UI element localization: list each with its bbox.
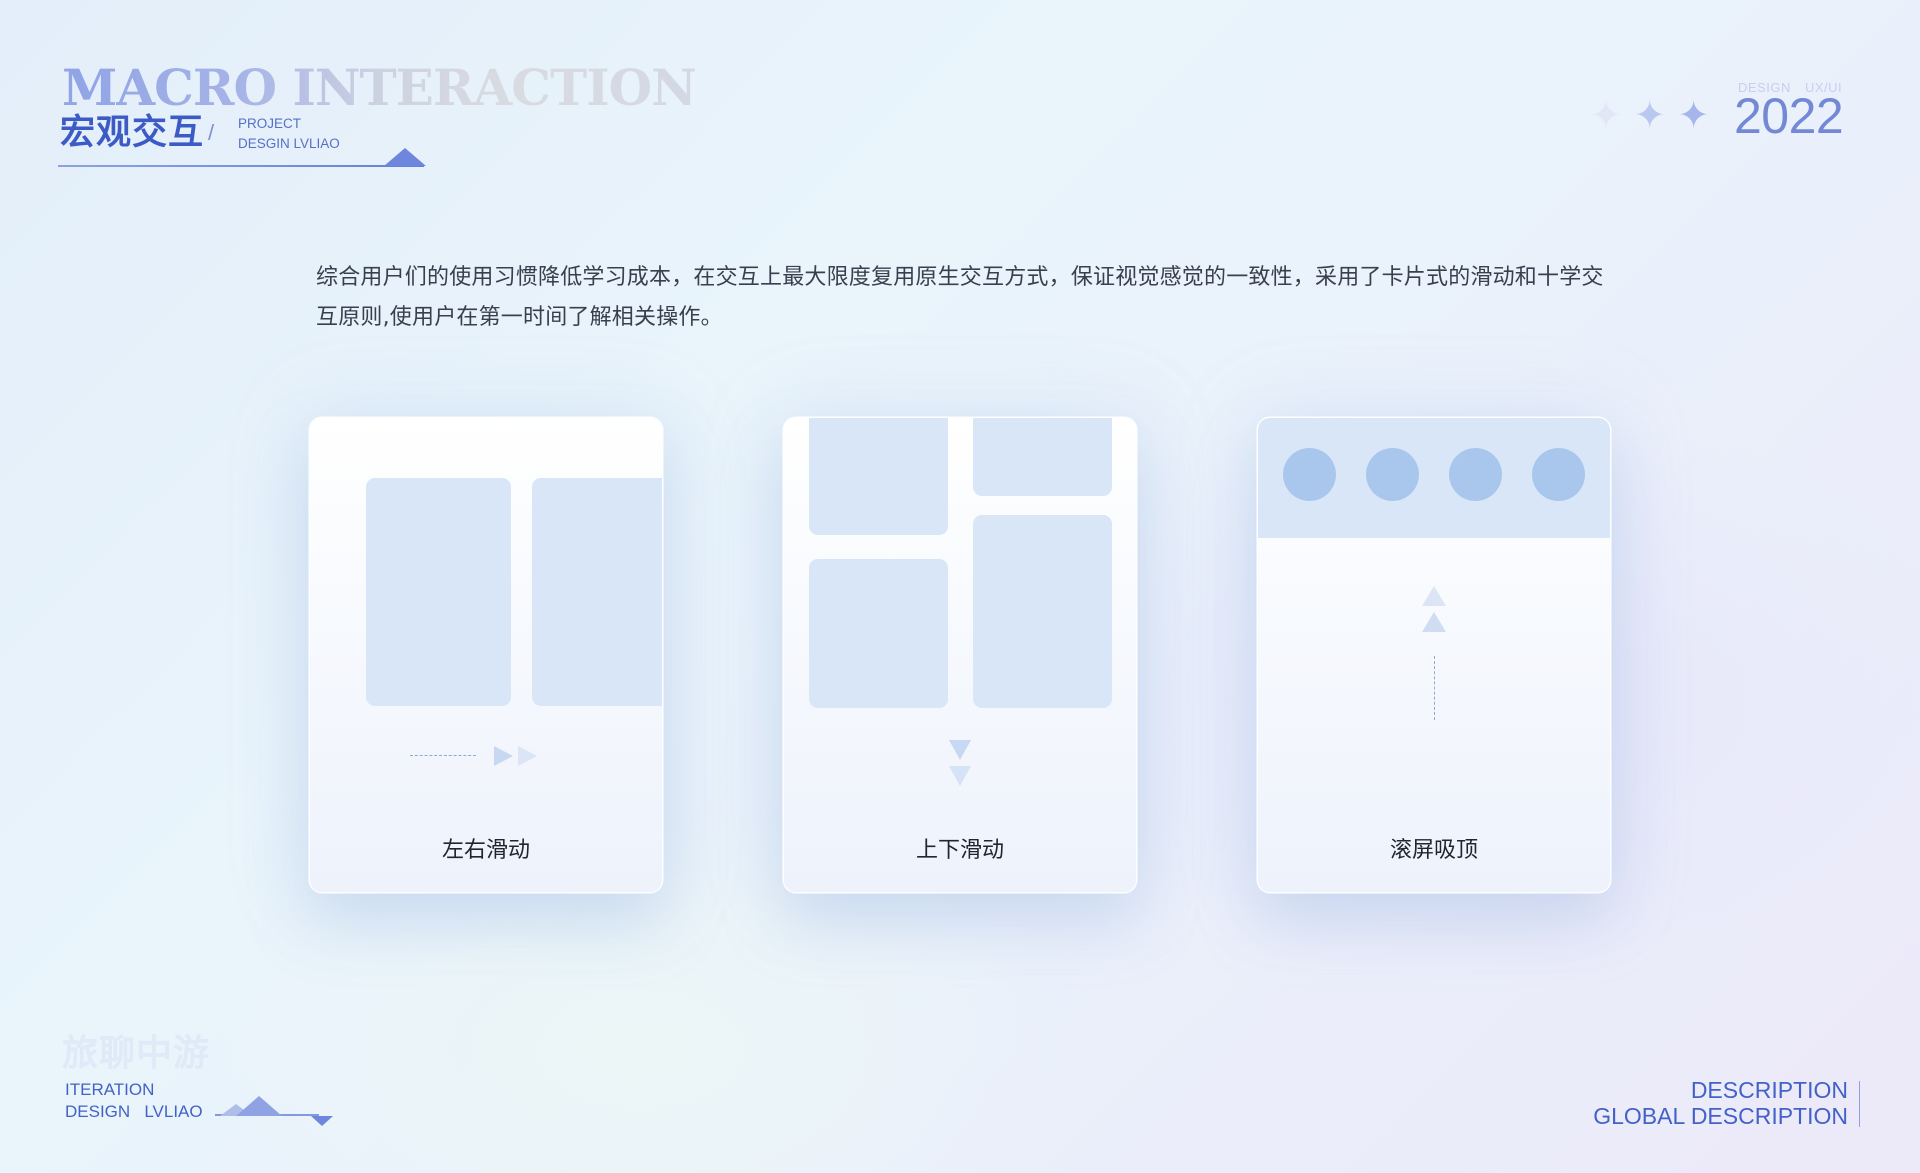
project-info: PROJECT DESGIN LVLIAO (238, 114, 340, 154)
project-line-1: PROJECT (238, 116, 302, 131)
footer-brand-chinese: 旅聊中游 (62, 1032, 211, 1074)
description-text: 综合用户们的使用习惯降低学习成本，在交互上最大限度复用原生交互方式，保证视觉感觉… (316, 265, 1604, 330)
footer-line-2: DESIGN LVLIAO (65, 1102, 203, 1121)
card-label: 上下滑动 (915, 838, 1004, 863)
title-slash: / (208, 120, 215, 145)
footer-iteration: ITERATION DESIGN LVLIAO (65, 1079, 203, 1123)
footer-line-1: ITERATION (65, 1080, 155, 1099)
circle-icon (1283, 448, 1336, 501)
header-underline (58, 165, 424, 167)
swipe-dotted-line (410, 755, 476, 756)
footer-description: DESCRIPTION GLOBAL DESCRIPTION (1593, 1077, 1848, 1129)
title-chinese: 宏观交互 (60, 113, 205, 153)
card-placeholder-block (973, 418, 1112, 496)
title-english: MACRO INTERACTION (62, 58, 697, 117)
card-placeholder-block (532, 478, 662, 706)
sparkle-stars: ✦ ✦ ✦ (1590, 96, 1710, 134)
arrow-down-icon (949, 740, 971, 760)
year-label: 2022 (1734, 88, 1844, 144)
card-placeholder-block (809, 559, 948, 708)
card-horizontal-swipe[interactable]: 左右滑动 (310, 418, 662, 892)
sparkle-icon: ✦ (1677, 93, 1710, 137)
sparkle-icon: ✦ (1633, 93, 1666, 137)
arrow-down-icon (949, 766, 971, 786)
triangle-down-icon (311, 1116, 333, 1126)
circle-icon (1366, 448, 1419, 501)
footer-right-line-2: GLOBAL DESCRIPTION (1593, 1103, 1848, 1129)
arrow-up-icon (1422, 586, 1446, 606)
sparkle-icon: ✦ (1590, 93, 1622, 137)
card-sticky-header[interactable]: 滚屏吸顶 (1258, 418, 1610, 892)
header-triangle-icon (384, 148, 426, 166)
card-placeholder-block (366, 478, 511, 706)
circle-icon (1449, 448, 1502, 501)
footer-right-line-1: DESCRIPTION (1690, 1077, 1848, 1103)
footer-vertical-bar (1859, 1081, 1860, 1127)
arrow-up-icon (1422, 612, 1446, 632)
arrow-right-icon (494, 746, 513, 766)
card-placeholder-block (809, 418, 948, 535)
project-line-2: DESGIN LVLIAO (238, 136, 340, 151)
card-label: 左右滑动 (441, 838, 530, 863)
card-label: 滚屏吸顶 (1389, 838, 1478, 863)
circle-icon (1532, 448, 1585, 501)
card-vertical-swipe[interactable]: 上下滑动 (784, 418, 1136, 892)
card-placeholder-block (973, 515, 1112, 708)
scroll-dotted-line (1434, 656, 1435, 720)
arrow-right-icon (518, 746, 537, 766)
mountain-icon (236, 1096, 282, 1116)
